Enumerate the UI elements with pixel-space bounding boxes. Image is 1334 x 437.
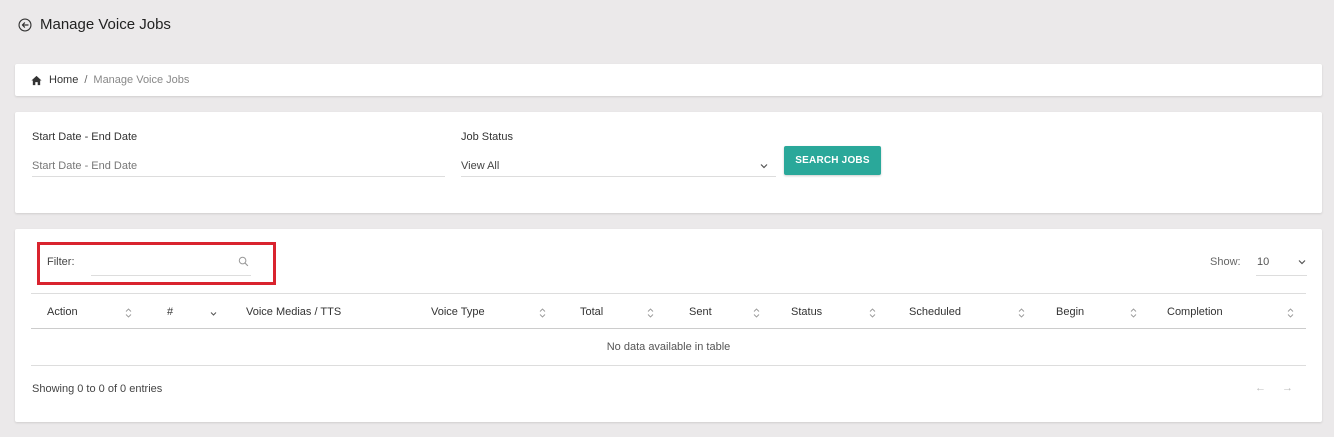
column-header-action[interactable]: Action (47, 294, 78, 330)
sort-icon[interactable] (1018, 308, 1025, 318)
show-entries-value: 10 (1257, 256, 1270, 268)
chevron-down-icon (1298, 260, 1306, 265)
arrow-left-circle-icon[interactable] (18, 17, 32, 32)
column-header-scheduled[interactable]: Scheduled (909, 294, 961, 330)
breadcrumb-home-link[interactable]: Home (49, 74, 78, 86)
sort-icon[interactable] (125, 308, 132, 318)
breadcrumb-current: Manage Voice Jobs (93, 74, 190, 86)
filter-input[interactable] (91, 249, 251, 276)
jobs-table-panel: Filter: Show: 10 Action # Voice Medias /… (15, 229, 1322, 422)
column-header-sent[interactable]: Sent (689, 294, 712, 330)
sort-desc-icon[interactable] (210, 309, 217, 319)
sort-icon[interactable] (753, 308, 760, 318)
chevron-down-icon (760, 164, 768, 169)
pagination-next[interactable]: → (1282, 382, 1293, 394)
date-range-label: Start Date - End Date (32, 131, 138, 143)
page-header: Manage Voice Jobs (18, 16, 171, 33)
column-header-status[interactable]: Status (791, 294, 822, 330)
search-panel: Start Date - End Date Start Date - End D… (15, 112, 1322, 213)
sort-icon[interactable] (1130, 308, 1137, 318)
filter-label: Filter: (47, 256, 75, 268)
date-range-input[interactable]: Start Date - End Date (32, 155, 445, 177)
breadcrumb-separator: / (84, 74, 88, 86)
sort-icon[interactable] (647, 308, 654, 318)
column-header-begin[interactable]: Begin (1056, 294, 1084, 330)
empty-table-message: No data available in table (31, 329, 1306, 366)
column-header-completion[interactable]: Completion (1167, 294, 1223, 330)
home-icon (31, 75, 42, 85)
search-icon (238, 256, 249, 267)
table-info: Showing 0 to 0 of 0 entries (32, 383, 163, 395)
sort-icon[interactable] (1287, 308, 1294, 318)
sort-icon[interactable] (539, 308, 546, 318)
page-title: Manage Voice Jobs (40, 16, 171, 33)
search-jobs-button[interactable]: SEARCH JOBS (784, 146, 881, 175)
job-status-label: Job Status (461, 131, 513, 143)
table-header-row: Action # Voice Medias / TTS Voice Type T… (31, 293, 1306, 329)
column-header-voice-medias[interactable]: Voice Medias / TTS (246, 294, 341, 330)
show-entries-label: Show: (1210, 256, 1241, 268)
sort-icon[interactable] (869, 308, 876, 318)
job-status-select[interactable]: View All (461, 155, 776, 177)
column-header-voice-type[interactable]: Voice Type (431, 294, 485, 330)
breadcrumb: Home / Manage Voice Jobs (15, 64, 1322, 96)
column-header-number[interactable]: # (167, 294, 173, 330)
pagination-previous[interactable]: ← (1255, 382, 1266, 394)
column-header-total[interactable]: Total (580, 294, 603, 330)
